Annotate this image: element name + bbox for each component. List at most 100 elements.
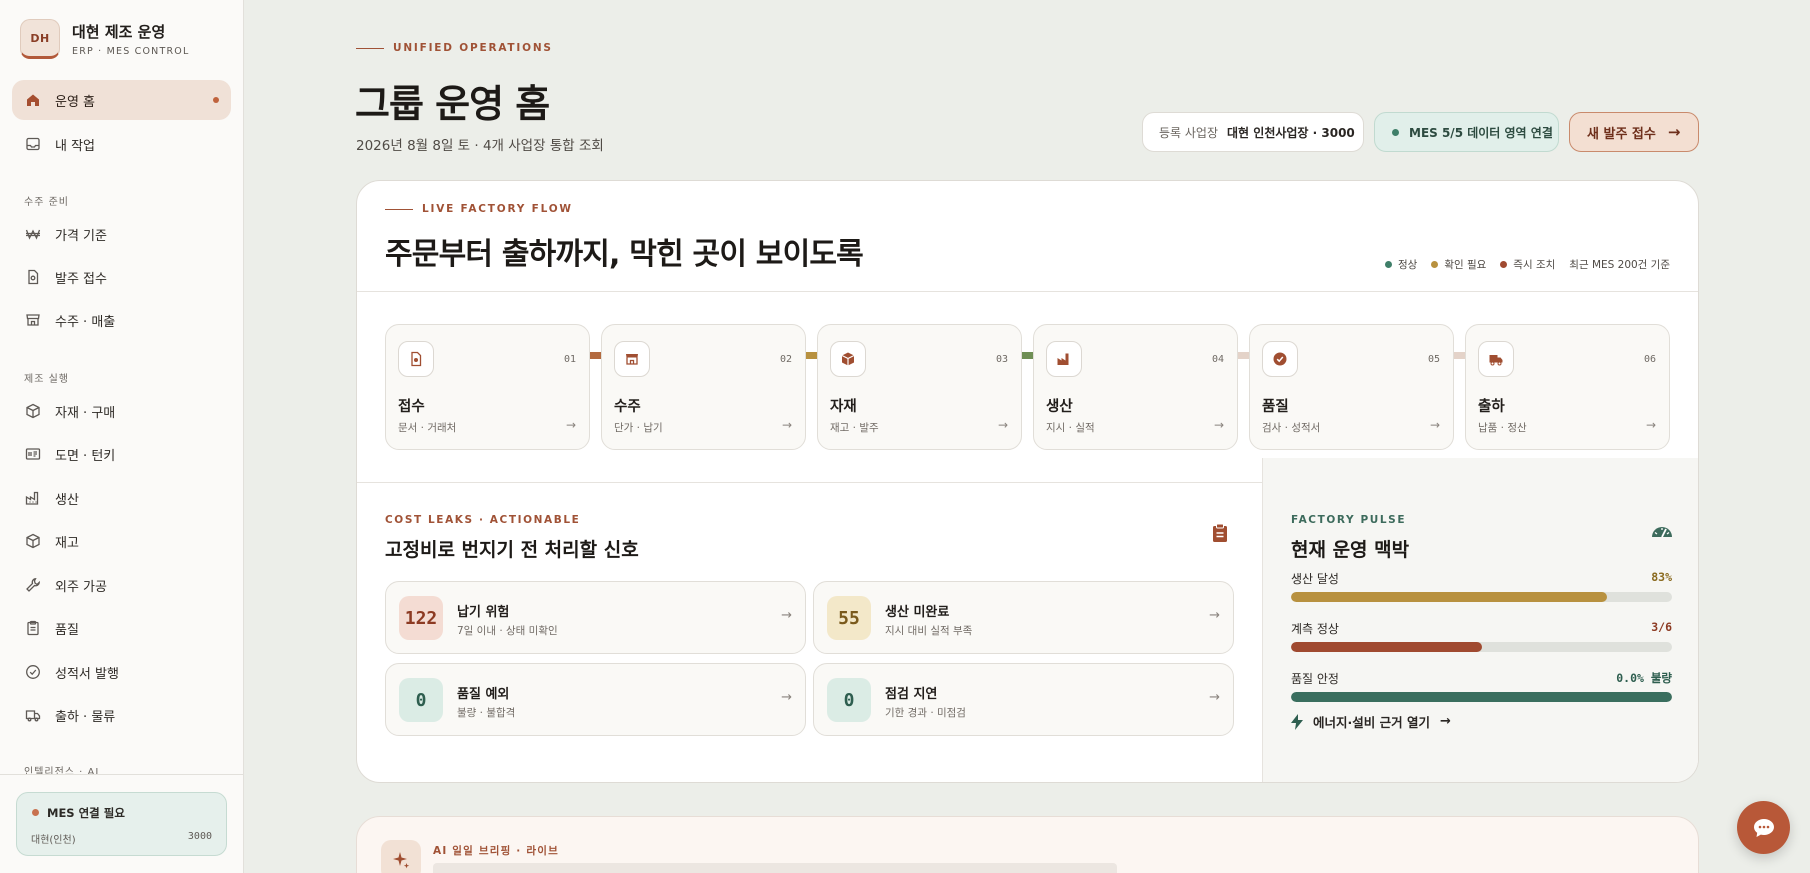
progress-fill (1291, 692, 1672, 702)
factory-icon (1046, 341, 1082, 377)
ai-briefing-label: AI 일일 브리핑 · 라이브 (433, 845, 559, 857)
new-order-label: 새 발주 접수 (1587, 126, 1656, 142)
store-icon (25, 312, 41, 328)
wrench-icon (25, 577, 41, 593)
stage-name: 수주 (614, 399, 641, 415)
stage-number: 03 (995, 354, 1008, 365)
energy-evidence-link[interactable]: 에너지·설비 근거 열기 → (1291, 712, 1451, 731)
inbox-icon (25, 136, 41, 152)
badge-check-icon (1262, 341, 1298, 377)
leak-desc: 불량 · 불합격 (457, 707, 516, 719)
new-order-button[interactable]: 새 발주 접수 → (1569, 112, 1699, 152)
chat-button[interactable] (1737, 801, 1790, 854)
mes-connection-code: 3000 (187, 831, 212, 842)
site-selector[interactable]: 등록 사업장 대현 인천사업장 · 3000 (1142, 112, 1364, 152)
site-value: 대현 인천사업장 · 3000 (1227, 125, 1355, 140)
arrow-right-icon: → (1439, 714, 1451, 729)
sidebar-item-home[interactable]: 운영 홈 (12, 80, 231, 120)
stage-intake[interactable]: 01 접수 문서 · 거래처 → (385, 324, 590, 450)
leak-production-incomplete[interactable]: 55 생산 미완료 지시 대비 실적 부족 → (813, 581, 1234, 654)
package-icon (25, 533, 41, 549)
sidebar-item-outsourcing[interactable]: 외주 가공 (12, 565, 231, 605)
leak-inspection-delay[interactable]: 0 점검 지연 기한 경과 · 미점검 → (813, 663, 1234, 736)
sidebar-item-shipping[interactable]: 출하 · 물류 (12, 695, 231, 735)
stage-desc: 지시 · 실적 (1046, 422, 1095, 434)
nav-section-manufacturing: 제조 실행 (24, 374, 69, 385)
drawing-icon (25, 446, 41, 462)
stage-shipping[interactable]: 06 출하 납품 · 정산 → (1465, 324, 1670, 450)
sidebar-item-inventory[interactable]: 재고 (12, 521, 231, 561)
sidebar-item-label: 수주 · 매출 (55, 314, 116, 330)
sidebar-item-label: 출하 · 물류 (55, 709, 116, 725)
stage-number: 06 (1643, 354, 1656, 365)
stage-desc: 문서 · 거래처 (398, 422, 457, 434)
progress-track (1291, 642, 1672, 652)
leak-count: 55 (827, 596, 871, 640)
leak-desc: 7일 이내 · 상태 미확인 (457, 625, 558, 637)
active-indicator (213, 97, 219, 103)
stage-order[interactable]: 02 수주 단가 · 납기 → (601, 324, 806, 450)
won-icon (25, 226, 41, 242)
flow-connector (590, 352, 601, 359)
sidebar-item-sales[interactable]: 수주 · 매출 (12, 300, 231, 340)
pulse-eyebrow: FACTORY PULSE (1291, 514, 1407, 526)
arrow-right-icon: → (781, 418, 792, 432)
sidebar-item-label: 내 작업 (55, 138, 96, 154)
legend-ok: 정상 (1397, 259, 1418, 271)
sidebar-item-label: 성적서 발행 (55, 666, 119, 682)
check-circle-icon (25, 664, 41, 680)
stage-number: 04 (1211, 354, 1224, 365)
box-icon (830, 341, 866, 377)
nav-section-order-prep: 수주 준비 (24, 197, 69, 208)
leak-delivery-risk[interactable]: 122 납기 위험 7일 이내 · 상태 미확인 → (385, 581, 806, 654)
leak-title: 납기 위험 (457, 605, 510, 620)
progress-track (1291, 692, 1672, 702)
stage-desc: 재고 · 발주 (830, 422, 879, 434)
sidebar: DH 대현 제조 운영 ERP · MES CONTROL 운영 홈 내 작업 … (0, 0, 244, 873)
flow-connector (806, 352, 817, 359)
sidebar-item-production[interactable]: 생산 (12, 478, 231, 518)
leak-quality-exception[interactable]: 0 품질 예외 불량 · 불합격 → (385, 663, 806, 736)
metric-value: 83% (1651, 570, 1672, 584)
stage-desc: 단가 · 납기 (614, 422, 663, 434)
status-dot (32, 809, 39, 816)
brand-logo: DH (20, 19, 60, 59)
bolt-icon (1291, 713, 1303, 730)
gauge-icon (1651, 523, 1673, 543)
sidebar-divider (0, 774, 244, 775)
stage-name: 자재 (830, 399, 857, 415)
sidebar-item-quality[interactable]: 품질 (12, 608, 231, 648)
stage-name: 접수 (398, 399, 425, 415)
energy-link-label: 에너지·설비 근거 열기 (1313, 715, 1430, 730)
sidebar-item-drawings[interactable]: 도면 · 턴키 (12, 434, 231, 474)
progress-fill (1291, 592, 1608, 602)
brand[interactable]: DH 대현 제조 운영 ERP · MES CONTROL (20, 19, 189, 59)
arrow-right-icon: → (1429, 418, 1440, 432)
mes-status-chip[interactable]: MES 5/5 데이터 영역 연결 (1374, 112, 1559, 152)
stage-number: 02 (779, 354, 792, 365)
factory-flow-card: LIVE FACTORY FLOW 주문부터 출하까지, 막힌 곳이 보이도록 … (356, 180, 1699, 783)
sidebar-item-order-intake[interactable]: 발주 접수 (12, 257, 231, 297)
cost-eyebrow: COST LEAKS · ACTIONABLE (385, 514, 581, 526)
sidebar-item-materials[interactable]: 자재 · 구매 (12, 391, 231, 431)
sidebar-item-certificates[interactable]: 성적서 발행 (12, 652, 231, 692)
mes-connection-card[interactable]: MES 연결 필요 대현(인천) 3000 (16, 792, 227, 856)
stage-quality[interactable]: 05 품질 검사 · 성적서 → (1249, 324, 1454, 450)
arrow-right-icon: → (997, 418, 1008, 432)
sidebar-item-label: 발주 접수 (55, 271, 107, 287)
sidebar-item-my-tasks[interactable]: 내 작업 (12, 124, 231, 164)
sidebar-item-label: 가격 기준 (55, 228, 107, 244)
box-icon (25, 403, 41, 419)
stage-name: 품질 (1262, 399, 1289, 415)
metric-label: 계측 정상 (1291, 622, 1339, 636)
factory-icon (25, 490, 41, 506)
sidebar-item-pricing[interactable]: 가격 기준 (12, 214, 231, 254)
flow-connector (1454, 352, 1465, 359)
arrow-right-icon: → (565, 418, 576, 432)
stage-production[interactable]: 04 생산 지시 · 실적 → (1033, 324, 1238, 450)
store-icon (614, 341, 650, 377)
arrow-right-icon: → (1209, 690, 1220, 705)
stage-number: 05 (1427, 354, 1440, 365)
stage-materials[interactable]: 03 자재 재고 · 발주 → (817, 324, 1022, 450)
arrow-right-icon: → (1645, 418, 1656, 432)
